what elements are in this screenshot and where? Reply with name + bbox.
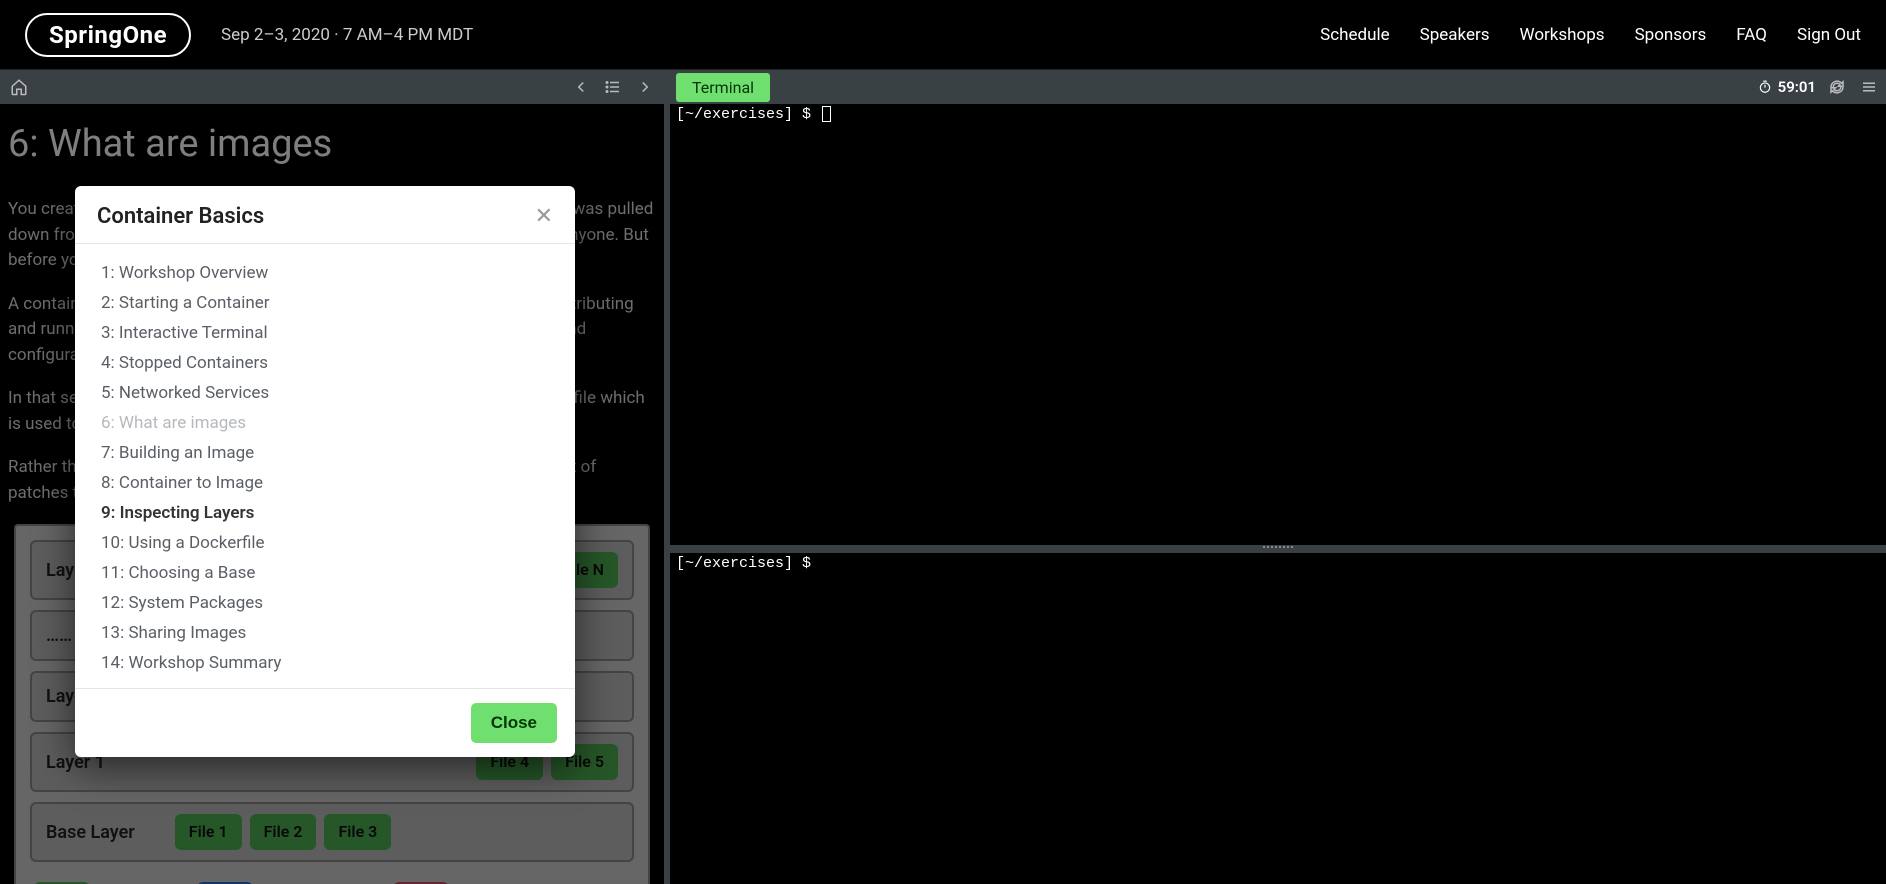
toc-item[interactable]: 11: Choosing a Base (79, 558, 571, 588)
layer-label: …… (46, 622, 72, 649)
close-button[interactable]: Close (471, 703, 557, 743)
toc-item[interactable]: 8: Container to Image (79, 468, 571, 498)
stopwatch-icon (1758, 80, 1772, 94)
nav-workshops[interactable]: Workshops (1520, 25, 1605, 45)
toc-item[interactable]: 5: Networked Services (79, 378, 571, 408)
nav-faq[interactable]: FAQ (1736, 25, 1767, 45)
toc-item[interactable]: 4: Stopped Containers (79, 348, 571, 378)
left-pane: 6: What are images You created a contain… (0, 70, 670, 884)
arrow-right-icon[interactable] (634, 76, 656, 98)
file-pill: File 2 (250, 814, 317, 850)
modal-title: Container Basics (97, 204, 264, 229)
nav-sponsors[interactable]: Sponsors (1635, 25, 1707, 45)
close-icon[interactable]: ✕ (535, 206, 553, 228)
nav-signout[interactable]: Sign Out (1797, 25, 1861, 45)
toc-item[interactable]: 9: Inspecting Layers (79, 498, 571, 528)
layer-row: Base Layer File 1 File 2 File 3 (30, 802, 634, 862)
toc-modal: Container Basics ✕ 1: Workshop Overview2… (75, 186, 575, 757)
modal-footer: Close (75, 688, 575, 757)
list-icon[interactable] (602, 76, 624, 98)
toc-item[interactable]: 10: Using a Dockerfile (79, 528, 571, 558)
toc-item[interactable]: 7: Building an Image (79, 438, 571, 468)
main-split: 6: What are images You created a contain… (0, 70, 1886, 884)
nav-speakers[interactable]: Speakers (1420, 25, 1490, 45)
page-title: 6: What are images (8, 116, 656, 173)
top-nav: SpringOne Sep 2–3, 2020 · 7 AM–4 PM MDT … (0, 0, 1886, 70)
toc-item[interactable]: 1: Workshop Overview (79, 258, 571, 288)
toc-item[interactable]: 14: Workshop Summary (79, 648, 571, 678)
terminal-bottom[interactable]: [~/exercises] $ (670, 553, 1886, 884)
right-toolbar: Terminal 59:01 (670, 70, 1886, 104)
file-pill: File 3 (324, 814, 391, 850)
home-icon[interactable] (8, 76, 30, 98)
file-pill: File 1 (175, 814, 242, 850)
logo[interactable]: SpringOne (25, 13, 191, 57)
modal-body: 1: Workshop Overview2: Starting a Contai… (75, 244, 575, 688)
cursor-icon (822, 106, 831, 122)
nav-schedule[interactable]: Schedule (1320, 25, 1389, 45)
left-toolbar (0, 70, 664, 104)
tab-terminal[interactable]: Terminal (676, 73, 770, 102)
layer-label: Base Layer (46, 819, 135, 846)
terminal-prompt: [~/exercises] $ (676, 106, 820, 123)
toc-item[interactable]: 12: System Packages (79, 588, 571, 618)
hamburger-icon[interactable] (1858, 76, 1880, 98)
horizontal-splitter[interactable] (670, 545, 1886, 553)
terminal-top[interactable]: [~/exercises] $ (670, 104, 1886, 545)
timer-value: 59:01 (1778, 78, 1816, 96)
right-pane: Terminal 59:01 [~/exercises] $ [~/exerci… (670, 70, 1886, 884)
toc-item[interactable]: 6: What are images (79, 408, 571, 438)
toc-item[interactable]: 3: Interactive Terminal (79, 318, 571, 348)
toc-item[interactable]: 2: Starting a Container (79, 288, 571, 318)
refresh-icon[interactable] (1826, 76, 1848, 98)
terminal-prompt: [~/exercises] $ (676, 555, 811, 572)
arrow-left-icon[interactable] (570, 76, 592, 98)
toc-item[interactable]: 13: Sharing Images (79, 618, 571, 648)
modal-header: Container Basics ✕ (75, 186, 575, 244)
event-info: Sep 2–3, 2020 · 7 AM–4 PM MDT (221, 25, 473, 45)
legend: Addition Modification Deletion (30, 872, 634, 884)
session-timer: 59:01 (1758, 78, 1816, 96)
nav-links: Schedule Speakers Workshops Sponsors FAQ… (1320, 25, 1861, 45)
